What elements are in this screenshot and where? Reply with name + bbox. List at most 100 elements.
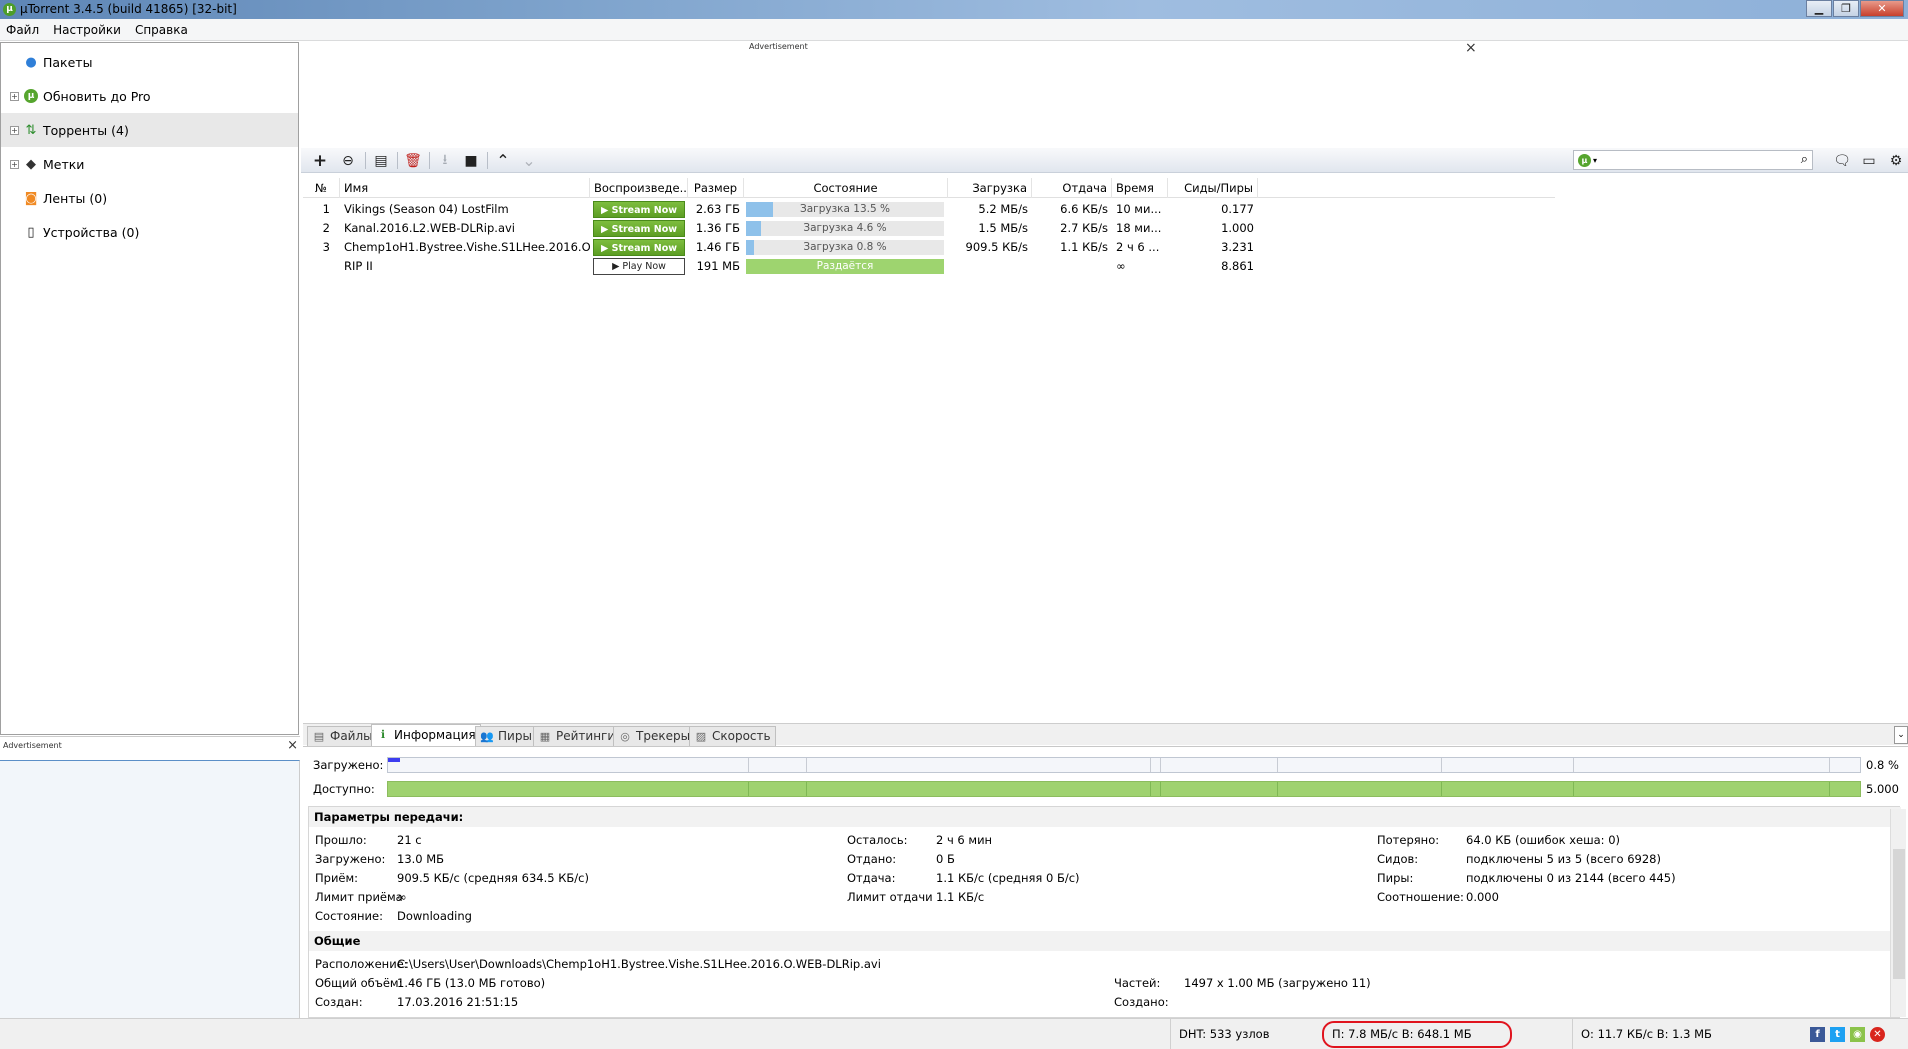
pieces-value: 1497 x 1.00 МБ (загружено 11) [1184,976,1371,990]
download-speed-status[interactable]: П: 7.8 МБ/с В: 648.1 МБ [1322,1021,1512,1048]
uploaded-label: Отдано: [847,852,897,866]
column-header-download[interactable]: Загрузка [948,178,1032,198]
sidebar-item-upgrade-pro[interactable]: + µ Обновить до Pro [1,79,298,113]
add-torrent-button[interactable]: + [309,151,331,171]
files-icon: ▤ [313,730,325,743]
download-speed: 5.2 МБ/s [978,202,1028,216]
add-link-button[interactable]: ⊖ [337,151,359,170]
sidebar-item-bundles[interactable]: ● Пакеты [1,45,298,79]
wasted-label: Потеряно: [1377,833,1440,847]
collapse-panel-button[interactable]: ⌄ [1894,726,1908,744]
info-scrollbar[interactable] [1890,809,1906,1017]
title-bar: µ µTorrent 3.4.5 (build 41865) [32-bit] … [0,0,1908,19]
piece-divider [1277,758,1278,772]
error-icon[interactable]: ✕ [1870,1027,1885,1042]
sidebar-item-devices[interactable]: ▯ Устройства (0) [1,215,298,249]
torrent-name: Kanal.2016.L2.WEB-DLRip.avi [344,221,516,235]
create-torrent-button[interactable]: ▤ [370,151,392,170]
peers-icon: 👥 [480,730,494,743]
move-down-button[interactable]: ⌄ [518,151,540,170]
stream-now-button[interactable]: ▶ Stream Now [593,201,685,218]
search-input[interactable] [1606,153,1786,167]
search-box[interactable]: µ ▾ ⌕ [1573,150,1813,170]
close-window-button[interactable]: ✕ [1860,0,1904,17]
total-size-label: Общий объём: [315,976,403,990]
trackers-icon: ◎ [620,730,630,743]
column-header-status[interactable]: Состояние [744,178,948,198]
downloaded-label: Загружено: [313,758,384,772]
tab-info[interactable]: ℹ Информация [371,724,481,746]
left-advertisement[interactable] [0,760,300,1018]
tab-trackers[interactable]: ◎ Трекеры [613,726,696,746]
tab-speed[interactable]: ▨ Скорость [689,726,776,746]
minimize-button[interactable]: ▁ [1806,0,1832,17]
table-row[interactable]: 1 Vikings (Season 04) LostFilm 2.63 ГБ 5.2 … [303,200,1555,219]
move-up-button[interactable]: ⌃ [492,151,514,170]
stream-now-button[interactable]: ▶ Stream Now [593,220,685,237]
created-on-value: 17.03.2016 21:51:15 [397,995,519,1009]
upload-speed-status[interactable]: О: 11.7 КБ/с В: 1.3 МБ [1572,1019,1802,1049]
torrent-list-header: № Имя Воспроизведе... Размер Состояние З… [303,178,1555,198]
sidebar-item-torrents[interactable]: + ⇅ Торренты (4) [1,113,298,147]
seeds-label: Сидов: [1377,852,1419,866]
seeds-peers-ratio: 0.177 [1221,202,1254,216]
stop-button[interactable]: ■ [460,151,482,170]
download-speed: 909.5 КБ/s [965,240,1029,254]
table-row[interactable]: RIP II 191 МБ ∞ 8.861 ▶ Play Now Раздаётся [303,257,1555,276]
expand-icon[interactable]: + [10,91,19,101]
left-ad-close-icon[interactable]: × [287,738,298,753]
tab-files[interactable]: ▤ Файлы [307,726,378,746]
info-icon: ℹ [380,728,386,741]
rss-feed-icon: ◙ [24,190,38,206]
column-header-upload[interactable]: Отдача [1032,178,1112,198]
sidebar-item-label: Ленты (0) [43,190,108,206]
table-row[interactable]: 2 Kanal.2016.L2.WEB-DLRip.avi 1.36 ГБ 1.5 М… [303,219,1555,238]
ratio-label: Соотношение: [1377,890,1464,904]
peers-label: Пиры: [1377,871,1414,885]
info-details: Параметры передачи: Прошло: 21 с Загруже… [308,806,1901,1018]
column-header-eta[interactable]: Время [1112,178,1168,198]
seeds-peers-ratio: 3.231 [1221,240,1254,254]
stream-now-button[interactable]: ▶ Stream Now [593,239,685,256]
tab-label: Рейтинги [556,729,616,743]
remote-screen-icon[interactable]: ▭ [1858,151,1880,170]
torrent-name: Vikings (Season 04) LostFilm [344,202,509,216]
menu-settings[interactable]: Настройки [53,23,121,37]
sidebar-item-feeds[interactable]: ◙ Ленты (0) [1,181,298,215]
tab-ratings[interactable]: ▦ Рейтинги [533,726,621,746]
menu-help[interactable]: Справка [135,23,188,37]
top-advertisement[interactable]: Advertisement × [301,40,1908,147]
column-header-name[interactable]: Имя [340,178,590,198]
expand-icon[interactable]: + [10,159,19,169]
table-row[interactable]: 3 Chemp1oH1.Bystree.Vishe.S1LHee.2016.O..… [303,238,1555,257]
facebook-icon[interactable]: f [1810,1027,1825,1042]
play-now-button[interactable]: ▶ Play Now [593,258,685,275]
scrollbar-thumb[interactable] [1893,849,1905,979]
download-speed [948,257,1032,276]
peers-value: подключены 0 из 2144 (всего 445) [1466,871,1676,885]
piece-divider [806,758,807,772]
twitter-icon[interactable]: t [1830,1027,1845,1042]
maximize-button[interactable]: ❐ [1833,0,1859,17]
sidebar-item-labels[interactable]: + ◆ Метки [1,147,298,181]
tab-label: Файлы [330,729,373,743]
search-engine-dropdown[interactable]: µ ▾ [1578,153,1604,167]
row-number [303,257,340,276]
start-download-button[interactable]: ⭳ [434,151,456,170]
settings-gear-icon[interactable]: ⚙ [1885,151,1907,170]
top-ad-close-icon[interactable]: × [1465,40,1477,56]
expand-icon[interactable]: + [10,125,19,135]
column-header-number[interactable]: № [303,178,340,198]
chat-icon[interactable]: 🗨 [1831,151,1853,170]
upload-speed: 6.6 КБ/s [1060,202,1108,216]
column-header-playback[interactable]: Воспроизведе... [590,178,688,198]
wasted-value: 64.0 КБ (ошибок хеша: 0) [1466,833,1621,847]
eta: 18 ми... [1116,221,1162,235]
column-header-seeds-peers[interactable]: Сиды/Пиры [1168,178,1258,198]
tab-peers[interactable]: 👥 Пиры [475,726,537,746]
search-icon[interactable]: ⌕ [1801,152,1808,167]
android-icon[interactable]: ◉ [1850,1027,1865,1042]
menu-file[interactable]: Файл [6,23,39,37]
column-header-size[interactable]: Размер [688,178,744,198]
delete-button[interactable]: 🗑 [402,151,424,170]
